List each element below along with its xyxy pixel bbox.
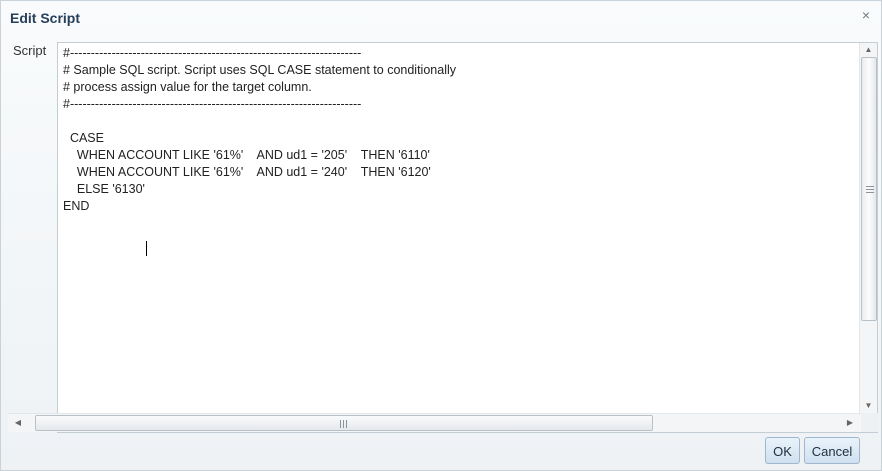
grip-line	[866, 186, 874, 187]
code-line: END	[63, 199, 90, 213]
scroll-up-arrow-icon[interactable]: ▲	[860, 43, 877, 57]
code-line: WHEN ACCOUNT LIKE '61%' AND ud1 = '205' …	[63, 148, 430, 162]
grip-line	[866, 189, 874, 190]
code-line: WHEN ACCOUNT LIKE '61%' AND ud1 = '240' …	[63, 165, 431, 179]
horizontal-scrollbar[interactable]: ◀ ▶	[8, 413, 882, 432]
script-editor: #---------------------------------------…	[8, 42, 879, 433]
ok-button[interactable]: OK	[765, 437, 800, 464]
code-line: CASE	[63, 131, 104, 145]
vertical-scroll-thumb[interactable]	[861, 57, 877, 321]
code-line: #---------------------------------------…	[63, 46, 362, 60]
grip-line	[340, 420, 341, 428]
text-caret	[146, 241, 147, 256]
dialog-titlebar: Edit Script ×	[1, 1, 881, 35]
code-line: # Sample SQL script. Script uses SQL CAS…	[63, 63, 456, 77]
dialog-title: Edit Script	[10, 10, 81, 26]
vertical-scrollbar[interactable]: ▲ ▼	[859, 43, 877, 413]
horizontal-scroll-thumb[interactable]	[35, 415, 653, 431]
scroll-right-arrow-icon[interactable]: ▶	[843, 414, 857, 432]
grip-line	[346, 420, 347, 428]
scrollbar-corner	[861, 413, 879, 432]
script-textarea[interactable]: #---------------------------------------…	[58, 43, 860, 413]
close-icon[interactable]: ×	[859, 7, 873, 23]
code-line: #---------------------------------------…	[63, 97, 362, 111]
horizontal-scroll-track[interactable]: ◀ ▶	[8, 413, 861, 432]
script-label: Script	[13, 43, 47, 58]
scroll-down-arrow-icon[interactable]: ▼	[860, 399, 877, 413]
grip-line	[343, 420, 344, 428]
code-line: ELSE '6130'	[63, 182, 145, 196]
edit-script-dialog: Edit Script × Script #------------------…	[0, 0, 882, 471]
code-line: # process assign value for the target co…	[63, 80, 312, 94]
grip-line	[866, 192, 874, 193]
cancel-button[interactable]: Cancel	[804, 437, 860, 464]
scroll-left-arrow-icon[interactable]: ◀	[11, 414, 25, 432]
